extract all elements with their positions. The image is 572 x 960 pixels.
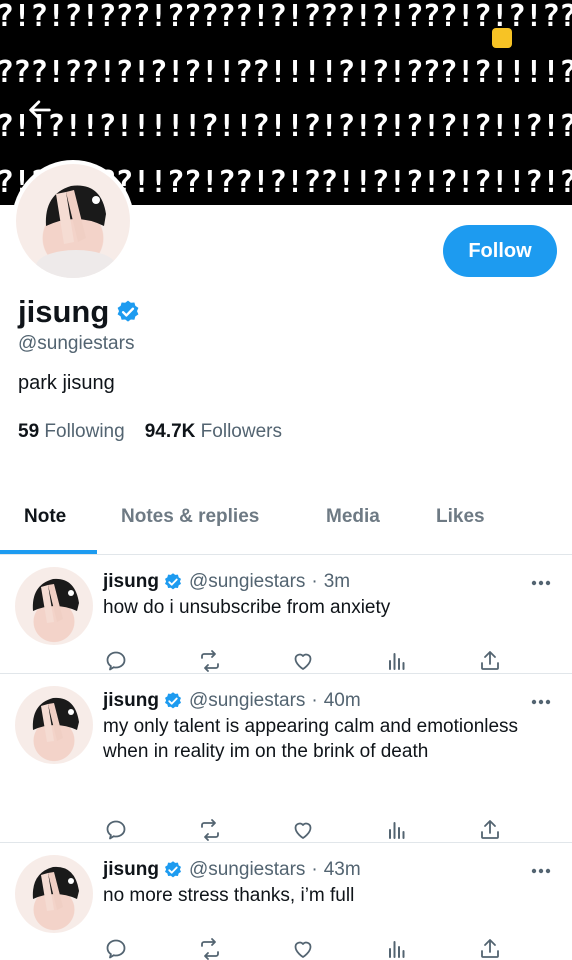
- heart-icon: [294, 653, 312, 670]
- profile-avatar[interactable]: [12, 160, 134, 282]
- back-button[interactable]: [22, 92, 58, 128]
- tweet-text: my only talent is appearing calm and emo…: [103, 716, 519, 762]
- tweet-header: jisung @sungiestars · 43m: [103, 859, 361, 881]
- tweet-header: jisung @sungiestars · 3m: [103, 571, 350, 593]
- share-button[interactable]: [477, 936, 503, 960]
- tweet-author-name[interactable]: jisung: [103, 571, 159, 593]
- following-count: 59: [18, 421, 40, 442]
- following-link[interactable]: 59 Following: [18, 421, 125, 443]
- follow-button[interactable]: Follow: [443, 225, 557, 277]
- avatar-illustration: [32, 697, 79, 742]
- retweet-button[interactable]: [197, 648, 223, 674]
- share-button[interactable]: [477, 817, 503, 843]
- analytics-icon: [389, 941, 405, 958]
- tweet-avatar[interactable]: [15, 567, 93, 645]
- tweet-actions: [103, 817, 513, 843]
- like-button[interactable]: [290, 648, 316, 674]
- tab-notes-replies[interactable]: Notes & replies: [121, 506, 259, 528]
- share-icon: [481, 820, 499, 839]
- heart-icon: [294, 822, 312, 839]
- tweet-avatar[interactable]: [15, 686, 93, 764]
- retweet-icon: [201, 819, 219, 841]
- stats-button[interactable]: [384, 817, 410, 843]
- tab-likes[interactable]: Likes: [436, 506, 485, 528]
- reply-icon: [106, 651, 126, 671]
- reply-icon: [106, 939, 126, 959]
- stats-button[interactable]: [384, 936, 410, 960]
- tweet-author-handle: @sungiestars: [188, 859, 306, 880]
- tweet-actions: [103, 648, 513, 674]
- followers-label: Followers: [200, 421, 282, 442]
- tweet-more-button[interactable]: [528, 692, 554, 712]
- avatar-illustration: [36, 185, 116, 278]
- more-horizontal-icon: [531, 580, 551, 586]
- tweet-timestamp[interactable]: 3m: [324, 571, 350, 593]
- verified-badge-icon: [164, 692, 181, 709]
- tweet-more-button[interactable]: [528, 861, 554, 881]
- retweet-icon: [201, 938, 219, 960]
- reply-button[interactable]: [103, 936, 129, 960]
- more-horizontal-icon: [531, 868, 551, 874]
- more-horizontal-icon: [531, 699, 551, 705]
- separator-dot: ·: [311, 571, 318, 592]
- tweet-timestamp[interactable]: 40m: [324, 690, 361, 712]
- share-icon: [481, 939, 499, 958]
- reply-icon: [106, 820, 126, 840]
- tweet-author-name[interactable]: jisung: [103, 690, 159, 712]
- profile-handle: @sungiestars: [18, 333, 135, 354]
- stats-button[interactable]: [384, 648, 410, 674]
- banner-sticker: [492, 28, 512, 48]
- like-button[interactable]: [290, 817, 316, 843]
- tweet-author-name[interactable]: jisung: [103, 859, 159, 881]
- tweet[interactable]: jisung @sungiestars · 3m how do i unsubs…: [0, 554, 572, 673]
- verified-badge-icon: [117, 300, 139, 322]
- tweet-actions: [103, 936, 513, 960]
- tweet-author-handle: @sungiestars: [188, 690, 306, 711]
- tweet-timestamp[interactable]: 43m: [324, 859, 361, 881]
- retweet-button[interactable]: [197, 817, 223, 843]
- profile-tabs: Note Notes & replies Media Likes: [0, 490, 572, 554]
- separator-dot: ·: [311, 690, 318, 711]
- reply-button[interactable]: [103, 817, 129, 843]
- tweet-author-handle: @sungiestars: [188, 571, 306, 592]
- profile-name: jisung: [18, 294, 110, 329]
- banner-text-row: ?!?!?!???!?????!?!???!?!???!?!?!???: [0, 0, 572, 34]
- profile-bio: park jisung: [18, 372, 115, 394]
- retweet-icon: [201, 650, 219, 672]
- tweet-text: no more stress thanks, i’m full: [103, 885, 355, 906]
- retweet-button[interactable]: [197, 936, 223, 960]
- verified-badge-icon: [164, 573, 181, 590]
- separator-dot: ·: [311, 859, 318, 880]
- profile-stats: 59 Following 94.7K Followers: [18, 421, 282, 443]
- tweet-avatar[interactable]: [15, 855, 93, 933]
- profile-name-row: jisung: [18, 294, 141, 330]
- banner-text-row: ?!!?!!?!!!!!?!!?!!?!?!?!?!?!?!!?!?!!!?!!…: [0, 109, 572, 144]
- tweet-text: how do i unsubscribe from anxiety: [103, 597, 391, 618]
- tweet-more-button[interactable]: [528, 573, 554, 593]
- tab-media[interactable]: Media: [326, 506, 380, 528]
- avatar-illustration: [32, 866, 79, 911]
- banner-text-row: ???!??!?!?!?!!??!!!!?!?!???!?!!!!?!??: [0, 55, 572, 90]
- followers-count: 94.7K: [144, 421, 196, 442]
- reply-button[interactable]: [103, 648, 129, 674]
- following-label: Following: [44, 421, 125, 442]
- share-icon: [481, 651, 499, 670]
- verified-badge-icon: [164, 861, 181, 878]
- heart-icon: [294, 941, 312, 958]
- like-button[interactable]: [290, 936, 316, 960]
- arrow-left-icon: [29, 100, 51, 120]
- avatar-illustration: [32, 578, 79, 623]
- tab-note[interactable]: Note: [24, 506, 66, 528]
- tweet[interactable]: jisung @sungiestars · 40m my only talent…: [0, 673, 572, 842]
- followers-link[interactable]: 94.7K Followers: [145, 421, 282, 443]
- tweet-header: jisung @sungiestars · 40m: [103, 690, 361, 712]
- share-button[interactable]: [477, 648, 503, 674]
- analytics-icon: [389, 653, 405, 670]
- analytics-icon: [389, 822, 405, 839]
- tweet[interactable]: jisung @sungiestars · 43m no more stress…: [0, 842, 572, 960]
